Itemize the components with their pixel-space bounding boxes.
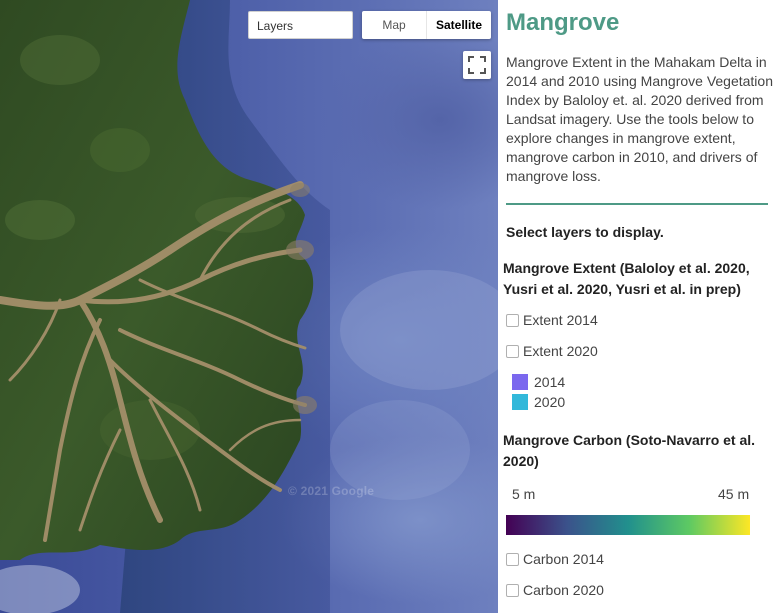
legend-item-2020: 2020 bbox=[512, 394, 565, 410]
carbon-color-scale bbox=[506, 515, 750, 535]
carbon-2020-label: Carbon 2020 bbox=[523, 582, 604, 598]
legend-swatch-2014 bbox=[512, 374, 528, 390]
map-type-map-button[interactable]: Map bbox=[362, 11, 426, 39]
legend-item-2014: 2014 bbox=[512, 374, 565, 390]
map-type-satellite-button[interactable]: Satellite bbox=[426, 11, 491, 39]
panel-description: Mangrove Extent in the Mahakam Delta in … bbox=[506, 54, 773, 184]
carbon-2014-checkbox[interactable] bbox=[506, 552, 519, 566]
legend-swatch-2020 bbox=[512, 394, 528, 410]
layers-dropdown[interactable]: Layers bbox=[248, 11, 353, 39]
carbon-scale-min: 5 m bbox=[512, 486, 536, 502]
carbon-2020-checkbox[interactable] bbox=[506, 583, 519, 597]
panel-title: Mangrove bbox=[506, 9, 620, 36]
fullscreen-icon bbox=[468, 56, 486, 74]
extent-2014-checkbox-row[interactable]: Extent 2014 bbox=[506, 312, 598, 328]
google-watermark: © 2021 Google bbox=[288, 484, 375, 498]
legend-label-2014: 2014 bbox=[534, 374, 566, 390]
carbon-2020-checkbox-row[interactable]: Carbon 2020 bbox=[506, 582, 604, 598]
select-layers-prompt: Select layers to display. bbox=[506, 224, 664, 240]
carbon-section-heading: Mangrove Carbon (Soto-Navarro et al. 202… bbox=[503, 432, 756, 469]
carbon-scale-max: 45 m bbox=[718, 486, 750, 502]
carbon-2014-checkbox-row[interactable]: Carbon 2014 bbox=[506, 551, 604, 567]
satellite-imagery bbox=[0, 0, 498, 613]
map-type-control: Map Satellite bbox=[362, 11, 491, 39]
section-divider bbox=[506, 203, 768, 205]
extent-section-heading: Mangrove Extent (Baloloy et al. 2020, Yu… bbox=[503, 260, 750, 297]
extent-2020-label: Extent 2020 bbox=[523, 343, 598, 359]
extent-2020-checkbox-row[interactable]: Extent 2020 bbox=[506, 343, 598, 359]
legend-label-2020: 2020 bbox=[534, 394, 566, 410]
fullscreen-button[interactable] bbox=[463, 51, 491, 79]
carbon-2014-label: Carbon 2014 bbox=[523, 551, 604, 567]
side-panel: Mangrove Mangrove Extent in the Mahakam … bbox=[498, 0, 784, 613]
extent-2014-checkbox[interactable] bbox=[506, 313, 519, 327]
extent-2020-checkbox[interactable] bbox=[506, 344, 519, 358]
map-view[interactable]: © 2021 Google Layers Map Satellite bbox=[0, 0, 498, 613]
extent-2014-label: Extent 2014 bbox=[523, 312, 598, 328]
